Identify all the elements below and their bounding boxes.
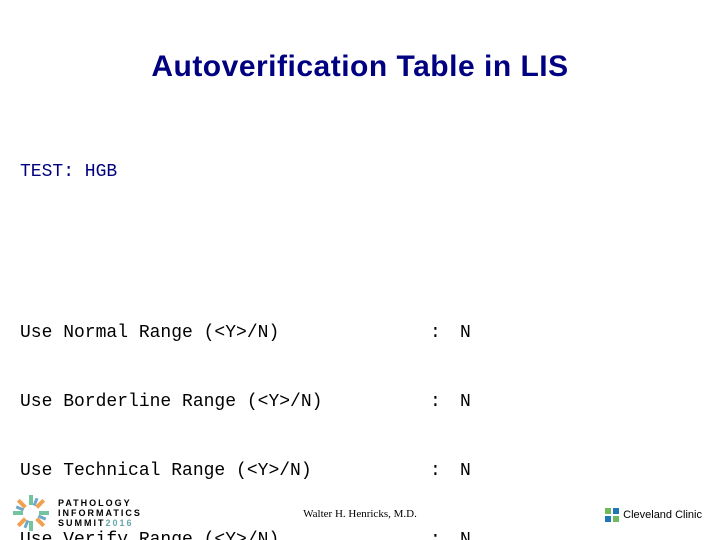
slide-title: Autoverification Table in LIS [0,50,720,84]
config-row: Use Borderline Range (<Y>/N) : N [20,391,674,414]
row-value: N [460,460,500,483]
footer: PATHOLOGY INFORMATICS SUMMIT2016 Walter … [0,485,720,540]
row-value: N [460,391,500,414]
row-colon: : [430,322,460,345]
logo-line-1: PATHOLOGY [58,498,142,508]
row-value: N [460,322,500,345]
row-label: Use Technical Range (<Y>/N) [20,460,430,483]
row-label: Use Normal Range (<Y>/N) [20,322,430,345]
cleveland-clinic-logo: Cleveland Clinic [605,508,702,522]
row-note [500,391,555,414]
config-row: Use Normal Range (<Y>/N) : N [20,322,674,345]
terminal-block: TEST: HGB Use Normal Range (<Y>/N) : N U… [20,115,674,540]
clinic-name: Cleveland Clinic [623,509,702,521]
row-note [500,460,555,483]
row-colon: : [430,460,460,483]
test-header: TEST: HGB [20,161,674,184]
blank-line [20,230,674,253]
row-label: Use Borderline Range (<Y>/N) [20,391,430,414]
config-row: Use Technical Range (<Y>/N) : N [20,460,674,483]
row-colon: : [430,391,460,414]
cleveland-clinic-icon [605,508,619,522]
row-note [500,322,555,345]
